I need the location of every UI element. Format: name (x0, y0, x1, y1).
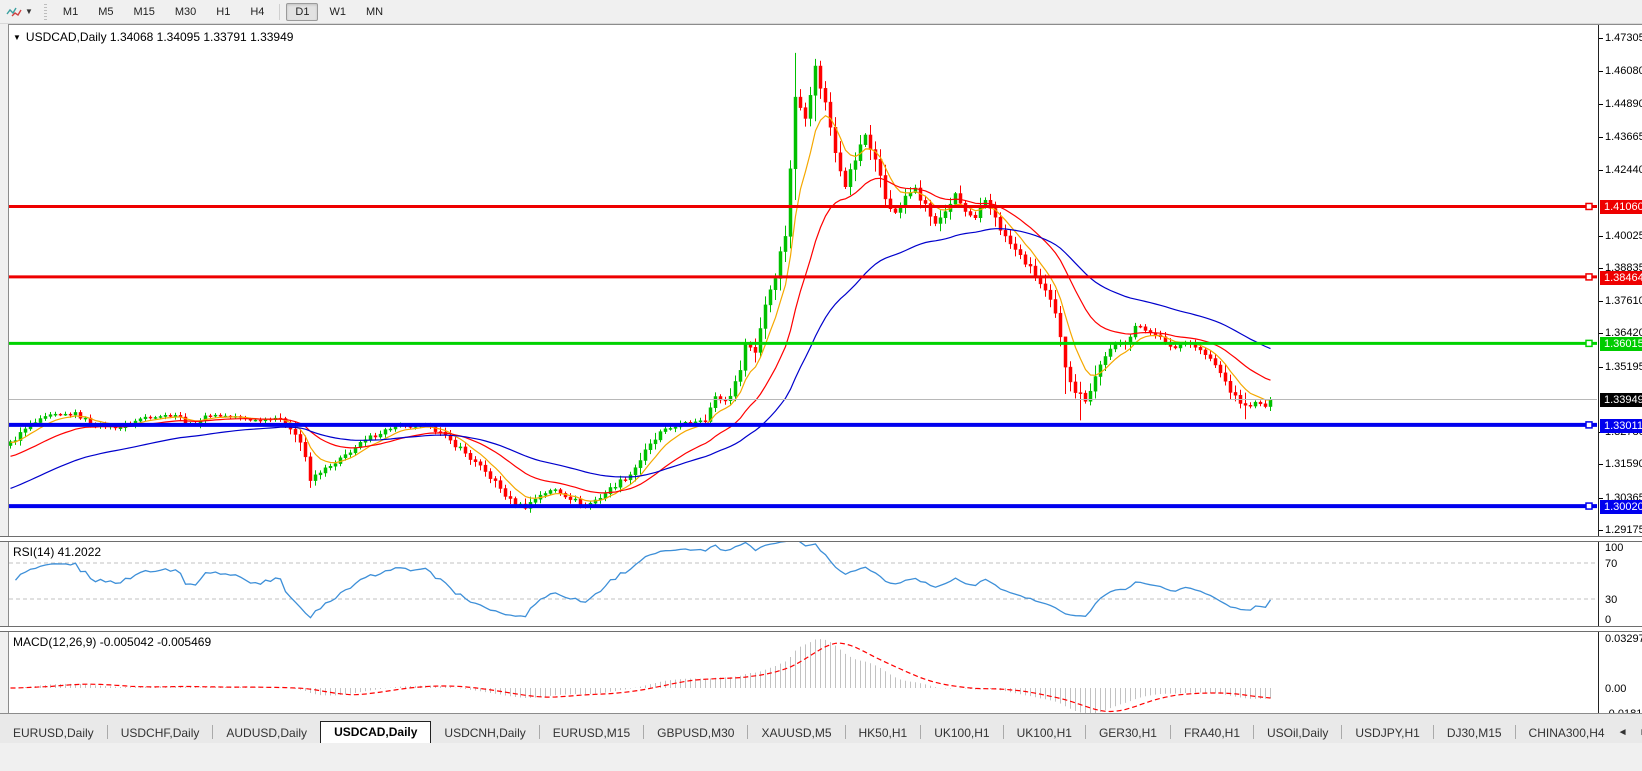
toolbar-separator (279, 3, 281, 20)
price-tick-mark (1599, 136, 1603, 138)
rsi-line[interactable] (15, 539, 1272, 619)
rsi-pane (9, 539, 1597, 619)
timeframe-button-h4[interactable]: H4 (241, 3, 273, 21)
price-level-badge: 1.41060 (1600, 200, 1642, 215)
price-level-badge: 1.30020 (1600, 500, 1642, 515)
chart-tab-usdcad-daily[interactable]: USDCAD,Daily (320, 721, 432, 743)
chart-tab-xauusd-m5[interactable]: XAUUSD,M5 (748, 723, 844, 743)
price-tick-mark (1599, 530, 1603, 531)
price-tick-mark (1599, 267, 1603, 269)
collapse-triangle-icon[interactable]: ▼ (13, 33, 21, 42)
price-tick-label: 1.43665 (1605, 130, 1642, 143)
price-tick-mark (1599, 235, 1603, 237)
timeframe-button-mn[interactable]: MN (357, 3, 392, 21)
price-tick-label: 1.46080 (1605, 65, 1642, 78)
macd-axis-label: 0.00 (1605, 683, 1627, 695)
timeframe-buttons: M1 M5 M15 M30 H1 H4 D1 W1 MN (53, 2, 393, 21)
level-line-handle[interactable] (1585, 502, 1593, 510)
rsi-indicator-label: RSI(14) 41.2022 (13, 545, 102, 559)
timeframe-button-m1[interactable]: M1 (54, 3, 87, 21)
chart-tab-dj30-m15[interactable]: DJ30,M15 (1434, 723, 1515, 743)
tab-items: EURUSD,Daily USDCHF,Daily AUDUSD,Daily USDC… (0, 721, 1618, 743)
price-tick-label: 1.44890 (1605, 97, 1642, 110)
timeframe-button-h1[interactable]: H1 (207, 3, 239, 21)
level-line-handle[interactable] (1585, 202, 1593, 211)
price-tick-mark (1599, 301, 1603, 303)
moving-average-line[interactable] (10, 228, 1271, 489)
chart-tab-uk100-h1[interactable]: UK100,H1 (1004, 723, 1085, 743)
price-tick-label: 1.40025 (1605, 229, 1642, 242)
price-tick-mark (1599, 366, 1603, 368)
price-tick-mark (1599, 71, 1603, 73)
price-tick-mark (1599, 333, 1603, 335)
price-tick-label: 1.37610 (1605, 295, 1642, 308)
trading-terminal: ▼ M1 M5 M15 M30 H1 H4 D1 W1 MN ▼ USDCAD,Daily 1.3… (0, 0, 1642, 771)
timeframe-button-m5[interactable]: M5 (89, 3, 122, 21)
timeframe-button-m15[interactable]: M15 (124, 3, 163, 21)
chart-tab-usdchf-daily[interactable]: USDCHF,Daily (108, 723, 213, 743)
chart-title: ▼ USDCAD,Daily 1.34068 1.34095 1.33791 1.… (13, 30, 293, 44)
level-line-handle[interactable] (1585, 339, 1593, 348)
timeframe-toolbar: ▼ M1 M5 M15 M30 H1 H4 D1 W1 MN (0, 0, 1642, 24)
price-level-badge: 1.33949 (1600, 393, 1642, 408)
candlesticks (9, 52, 1273, 513)
price-tick-mark (1599, 497, 1603, 499)
chart-tab-fra40-h1[interactable]: FRA40,H1 (1171, 723, 1253, 743)
chart-tab-eurusd-m15[interactable]: EURUSD,M15 (540, 723, 643, 743)
macd-indicator-label: MACD(12,26,9) -0.005042 -0.005469 (13, 635, 212, 649)
level-line-handle[interactable] (1585, 421, 1593, 429)
price-axis[interactable]: 1.47305 1.46080 1.44890 1.43665 1.42440 1.400… (1598, 25, 1642, 720)
price-tick-label: 1.31590 (1605, 458, 1642, 471)
chart-tab-usoil-daily[interactable]: USOil,Daily (1254, 723, 1341, 743)
chevron-down-icon[interactable]: ▼ (25, 7, 33, 16)
price-tick-mark (1599, 38, 1603, 39)
pane-splitter-rsi[interactable] (0, 536, 1642, 542)
price-level-badge: 1.33011 (1600, 418, 1642, 433)
chart-ticks-icon-svg (6, 7, 22, 17)
moving-average-line[interactable] (10, 114, 1271, 502)
timeframe-button-m30[interactable]: M30 (166, 3, 205, 21)
moving-average-line[interactable] (10, 177, 1271, 494)
price-tick-mark (1599, 103, 1603, 105)
chart-tab-uk100-h1[interactable]: UK100,H1 (921, 723, 1002, 743)
timeframe-button-d1[interactable]: D1 (286, 2, 319, 21)
rsi-axis-label: 0 (1605, 614, 1612, 626)
price-level-badge: 1.38464 (1600, 270, 1642, 285)
macd-pane (10, 639, 1271, 715)
window-bottom-strip (0, 742, 1642, 771)
macd-signal-line[interactable] (10, 642, 1271, 713)
chart-tab-gbpusd-m30[interactable]: GBPUSD,M30 (644, 723, 747, 743)
chart-tab-audusd-daily[interactable]: AUDUSD,Daily (213, 723, 320, 743)
chart-tab-china300-h4[interactable]: CHINA300,H4 (1516, 723, 1618, 743)
toolbar-drag-handle[interactable] (43, 3, 47, 20)
price-tick-label: 1.29175 (1605, 524, 1642, 536)
price-tick-label: 1.47305 (1605, 32, 1642, 44)
price-tick-label: 1.42440 (1605, 164, 1642, 177)
chart-title-text: USDCAD,Daily 1.34068 1.34095 1.33791 1.3… (25, 30, 294, 44)
chart-window: ▼ USDCAD,Daily 1.34068 1.34095 1.33791 1.… (0, 24, 1642, 771)
rsi-axis-label: 70 (1605, 558, 1618, 570)
pane-splitter-macd[interactable] (0, 626, 1642, 632)
chart-tab-eurusd-daily[interactable]: EURUSD,Daily (0, 723, 107, 743)
chart-tab-usdcnh-daily[interactable]: USDCNH,Daily (431, 723, 538, 743)
timeframe-button-w1[interactable]: W1 (320, 3, 355, 21)
price-tick-mark (1599, 464, 1603, 466)
chart-tab-ger30-h1[interactable]: GER30,H1 (1086, 723, 1170, 743)
price-level-badge: 1.36015 (1600, 337, 1642, 352)
level-line-handle[interactable] (1585, 273, 1593, 281)
main-price-pane (9, 52, 1597, 513)
rsi-axis-label: 30 (1605, 594, 1618, 606)
chart-ticks-icon[interactable] (4, 4, 24, 20)
tab-scroll-controls: ◄ ► (1618, 721, 1642, 743)
price-tick-mark (1599, 170, 1603, 172)
chart-tab-hk50-h1[interactable]: HK50,H1 (846, 723, 921, 743)
macd-axis-label: 0.032972 (1605, 633, 1642, 645)
price-tick-label: 1.35195 (1605, 360, 1642, 373)
rsi-axis-label: 100 (1605, 542, 1624, 554)
chart-tab-bar: EURUSD,Daily USDCHF,Daily AUDUSD,Daily USDC… (0, 713, 1642, 743)
chart-tab-usdjpy-h1[interactable]: USDJPY,H1 (1342, 723, 1432, 743)
tab-scroll-left-icon[interactable]: ◄ (1618, 727, 1628, 738)
